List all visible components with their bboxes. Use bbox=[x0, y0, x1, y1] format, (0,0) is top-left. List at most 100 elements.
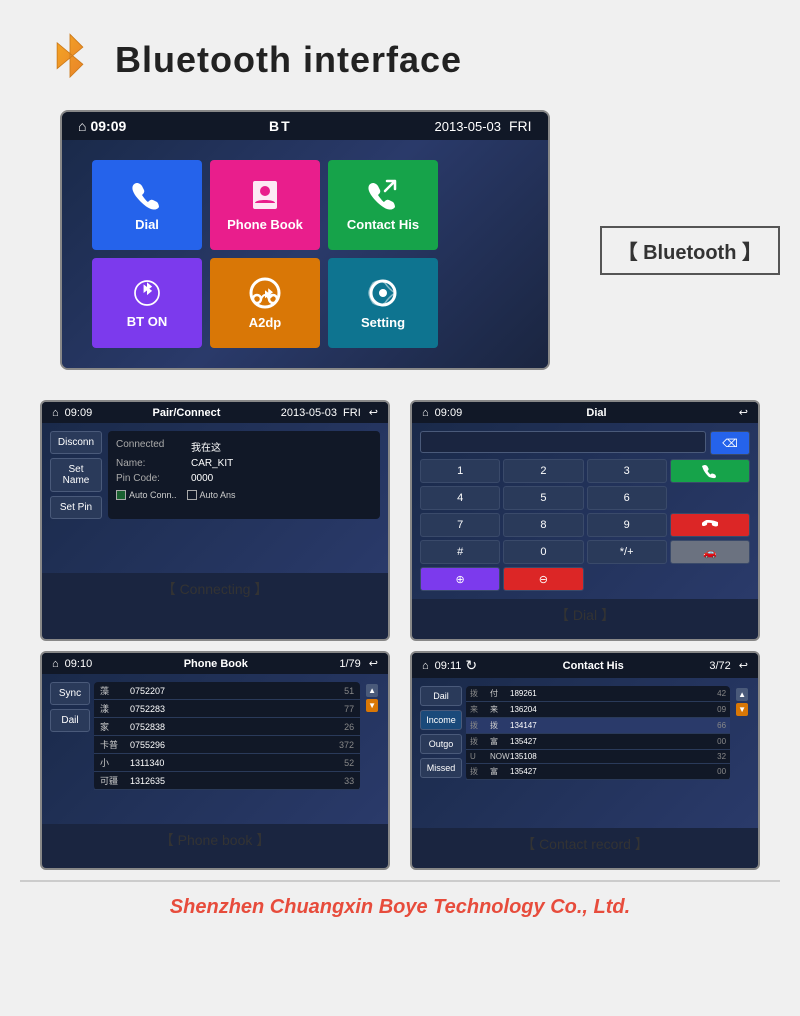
tile-setting[interactable]: Setting bbox=[328, 258, 438, 348]
contact-scroll-down[interactable]: ▼ bbox=[736, 703, 748, 716]
dial-add-button[interactable]: ⊕ bbox=[420, 567, 500, 591]
phone-icon bbox=[131, 179, 163, 211]
auto-ans-checkbox[interactable] bbox=[187, 490, 197, 500]
phonebook-icon bbox=[249, 179, 281, 211]
phonebook-home-icon[interactable]: ⌂ bbox=[52, 658, 59, 670]
dial-label: Dial bbox=[462, 407, 731, 419]
tile-contacthis[interactable]: Contact His bbox=[328, 160, 438, 250]
status-label: Connected bbox=[116, 439, 181, 454]
auto-conn-item[interactable]: Auto Conn.. bbox=[116, 490, 177, 500]
contact-scroll: ▲ ▼ bbox=[734, 686, 750, 780]
contact-layout: Dail Income Outgo Missed 拨 付 189261 42 来… bbox=[420, 686, 750, 780]
pb-row-2[interactable]: 家 0752838 26 bbox=[94, 718, 360, 736]
bluetooth-logo-icon bbox=[40, 30, 100, 90]
connecting-home-icon[interactable]: ⌂ bbox=[52, 407, 59, 419]
contact-num-1: 136204 bbox=[510, 705, 706, 714]
connecting-day: FRI bbox=[343, 407, 361, 419]
phonebook-back-icon[interactable]: ↩ bbox=[369, 657, 378, 670]
dial-display[interactable] bbox=[420, 431, 706, 453]
setting-icon bbox=[367, 277, 399, 309]
connecting-caption: 【 Connecting 】 bbox=[42, 579, 388, 599]
dial-4[interactable]: 4 bbox=[420, 486, 500, 510]
contact-time: 09:11 bbox=[435, 660, 462, 672]
dial-2[interactable]: 2 bbox=[503, 459, 583, 483]
scroll-down-button[interactable]: ▼ bbox=[366, 699, 378, 712]
dial-del-button[interactable]: ⊖ bbox=[503, 567, 583, 591]
tile-phonebook[interactable]: Phone Book bbox=[210, 160, 320, 250]
contact-row-5[interactable]: 拨 富 135427 00 bbox=[466, 764, 730, 780]
pb-row-5[interactable]: 可疆 1312635 33 bbox=[94, 772, 360, 790]
pb-row-4[interactable]: 小 1311340 52 bbox=[94, 754, 360, 772]
tile-phonebook-label: Phone Book bbox=[227, 217, 303, 232]
pb-row-0[interactable]: 藻 0752207 51 bbox=[94, 682, 360, 700]
name-label: Name: bbox=[116, 458, 181, 469]
tile-a2dp[interactable]: A2dp bbox=[210, 258, 320, 348]
contact-row-4[interactable]: U NOWN 135108 32 bbox=[466, 750, 730, 764]
dial-back-icon[interactable]: ↩ bbox=[739, 406, 748, 419]
contact-type-1: 来 bbox=[470, 704, 490, 715]
dial-3[interactable]: 3 bbox=[587, 459, 667, 483]
contact-row-3[interactable]: 拨 富 135427 00 bbox=[466, 734, 730, 750]
dial-7[interactable]: 7 bbox=[420, 513, 500, 537]
contact-num-4: 135108 bbox=[510, 752, 706, 761]
dial-call-button[interactable] bbox=[670, 459, 750, 483]
auto-conn-checkbox[interactable] bbox=[116, 490, 126, 500]
tile-dial[interactable]: Dial bbox=[92, 160, 202, 250]
dial-6[interactable]: 6 bbox=[587, 486, 667, 510]
pb-row-3[interactable]: 卡普 0755296 372 bbox=[94, 736, 360, 754]
disconn-button[interactable]: Disconn bbox=[50, 431, 102, 454]
pb-name-0: 藻 bbox=[100, 684, 130, 697]
contact-content: Dail Income Outgo Missed 拨 付 189261 42 来… bbox=[412, 678, 758, 828]
pb-idx-0: 51 bbox=[334, 686, 354, 696]
dial-screen: ⌂ 09:09 Dial ↩ ⌫ 1 2 3 4 5 bbox=[410, 400, 760, 641]
contact-row-0[interactable]: 拨 付 189261 42 bbox=[466, 686, 730, 702]
contact-scroll-up[interactable]: ▲ bbox=[736, 688, 748, 701]
dial-end-button[interactable] bbox=[670, 513, 750, 537]
connecting-screen: ⌂ 09:09 Pair/Connect 2013-05-03 FRI ↩ Di… bbox=[40, 400, 390, 641]
call-icon bbox=[702, 463, 718, 479]
set-pin-button[interactable]: Set Pin bbox=[50, 496, 102, 519]
dial-1[interactable]: 1 bbox=[420, 459, 500, 483]
main-day: FRI bbox=[509, 118, 532, 134]
contact-dur-1: 09 bbox=[706, 705, 726, 714]
header-section: Bluetooth interface bbox=[0, 0, 800, 110]
contact-type-2: 拨 bbox=[470, 720, 490, 731]
pb-row-1[interactable]: 漾 0752283 77 bbox=[94, 700, 360, 718]
contact-back-icon[interactable]: ↩ bbox=[739, 659, 748, 672]
contact-outgo-button[interactable]: Outgo bbox=[420, 734, 462, 754]
screenshot-row-2: ⌂ 09:09 Pair/Connect 2013-05-03 FRI ↩ Di… bbox=[40, 400, 760, 641]
pb-number-0: 0752207 bbox=[130, 686, 334, 696]
pb-name-4: 小 bbox=[100, 756, 130, 769]
dial-5[interactable]: 5 bbox=[503, 486, 583, 510]
scroll-up-button[interactable]: ▲ bbox=[366, 684, 378, 697]
tile-bton[interactable]: BT ON bbox=[92, 258, 202, 348]
pb-dail-button[interactable]: Dail bbox=[50, 709, 90, 732]
contact-sync-icon: ↻ bbox=[465, 657, 477, 674]
dial-star[interactable]: */+ bbox=[587, 540, 667, 564]
dial-car-button[interactable]: 🚗 bbox=[670, 540, 750, 564]
contact-home-icon[interactable]: ⌂ bbox=[422, 660, 429, 672]
dial-home-icon[interactable]: ⌂ bbox=[422, 407, 429, 419]
dial-time: 09:09 bbox=[435, 407, 463, 419]
contact-missed-button[interactable]: Missed bbox=[420, 758, 462, 778]
dial-0[interactable]: 0 bbox=[503, 540, 583, 564]
bt-label: 【 Bluetooth 】 bbox=[600, 226, 780, 275]
dial-9[interactable]: 9 bbox=[587, 513, 667, 537]
dial-8[interactable]: 8 bbox=[503, 513, 583, 537]
dial-hash[interactable]: # bbox=[420, 540, 500, 564]
contact-num-0: 189261 bbox=[510, 689, 706, 698]
contact-dail-button[interactable]: Dail bbox=[420, 686, 462, 706]
auto-ans-item[interactable]: Auto Ans bbox=[187, 490, 236, 500]
backspace-button[interactable]: ⌫ bbox=[710, 431, 750, 455]
contact-top-bar: ⌂ 09:11 ↻ Contact His 3/72 ↩ bbox=[412, 653, 758, 678]
connecting-back-icon[interactable]: ↩ bbox=[369, 406, 378, 419]
connecting-date: 2013-05-03 bbox=[281, 407, 337, 419]
phonebook-label: Phone Book bbox=[92, 658, 339, 670]
sync-button[interactable]: Sync bbox=[50, 682, 90, 705]
pb-idx-2: 26 bbox=[334, 722, 354, 732]
contact-row-1[interactable]: 来 来 136204 09 bbox=[466, 702, 730, 718]
contact-row-2[interactable]: 拨 拨 134147 66 bbox=[466, 718, 730, 734]
contact-income-button[interactable]: Income bbox=[420, 710, 462, 730]
set-name-button[interactable]: Set Name bbox=[50, 458, 102, 492]
home-icon[interactable]: ⌂ bbox=[78, 118, 86, 134]
